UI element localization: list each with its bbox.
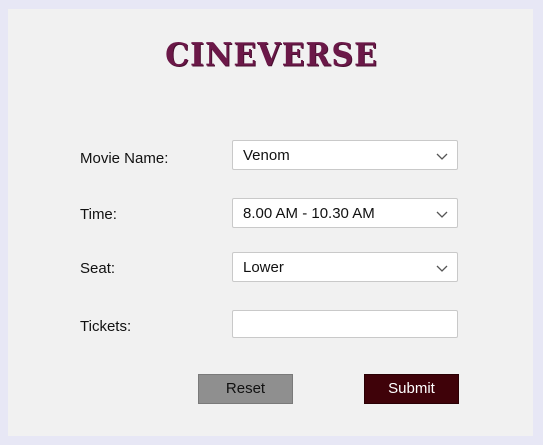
seat-label: Seat: bbox=[80, 260, 116, 277]
submit-button[interactable]: Submit bbox=[364, 374, 459, 404]
chevron-down-icon bbox=[436, 265, 448, 272]
chevron-down-icon bbox=[436, 153, 448, 160]
time-label: Time: bbox=[80, 206, 117, 223]
tickets-input[interactable] bbox=[232, 310, 458, 338]
seat-selected: Lower bbox=[243, 259, 284, 276]
time-dropdown[interactable]: 8.00 AM - 10.30 AM bbox=[232, 198, 458, 228]
tickets-label: Tickets: bbox=[80, 318, 132, 335]
movie-name-label: Movie Name: bbox=[80, 150, 169, 167]
time-selected: 8.00 AM - 10.30 AM bbox=[243, 205, 375, 222]
reset-button[interactable]: Reset bbox=[198, 374, 293, 404]
seat-dropdown[interactable]: Lower bbox=[232, 252, 458, 282]
app-title: CINEVERSE bbox=[165, 37, 378, 74]
movie-name-selected: Venom bbox=[243, 147, 290, 164]
movie-name-dropdown[interactable]: Venom bbox=[232, 140, 458, 170]
chevron-down-icon bbox=[436, 211, 448, 218]
